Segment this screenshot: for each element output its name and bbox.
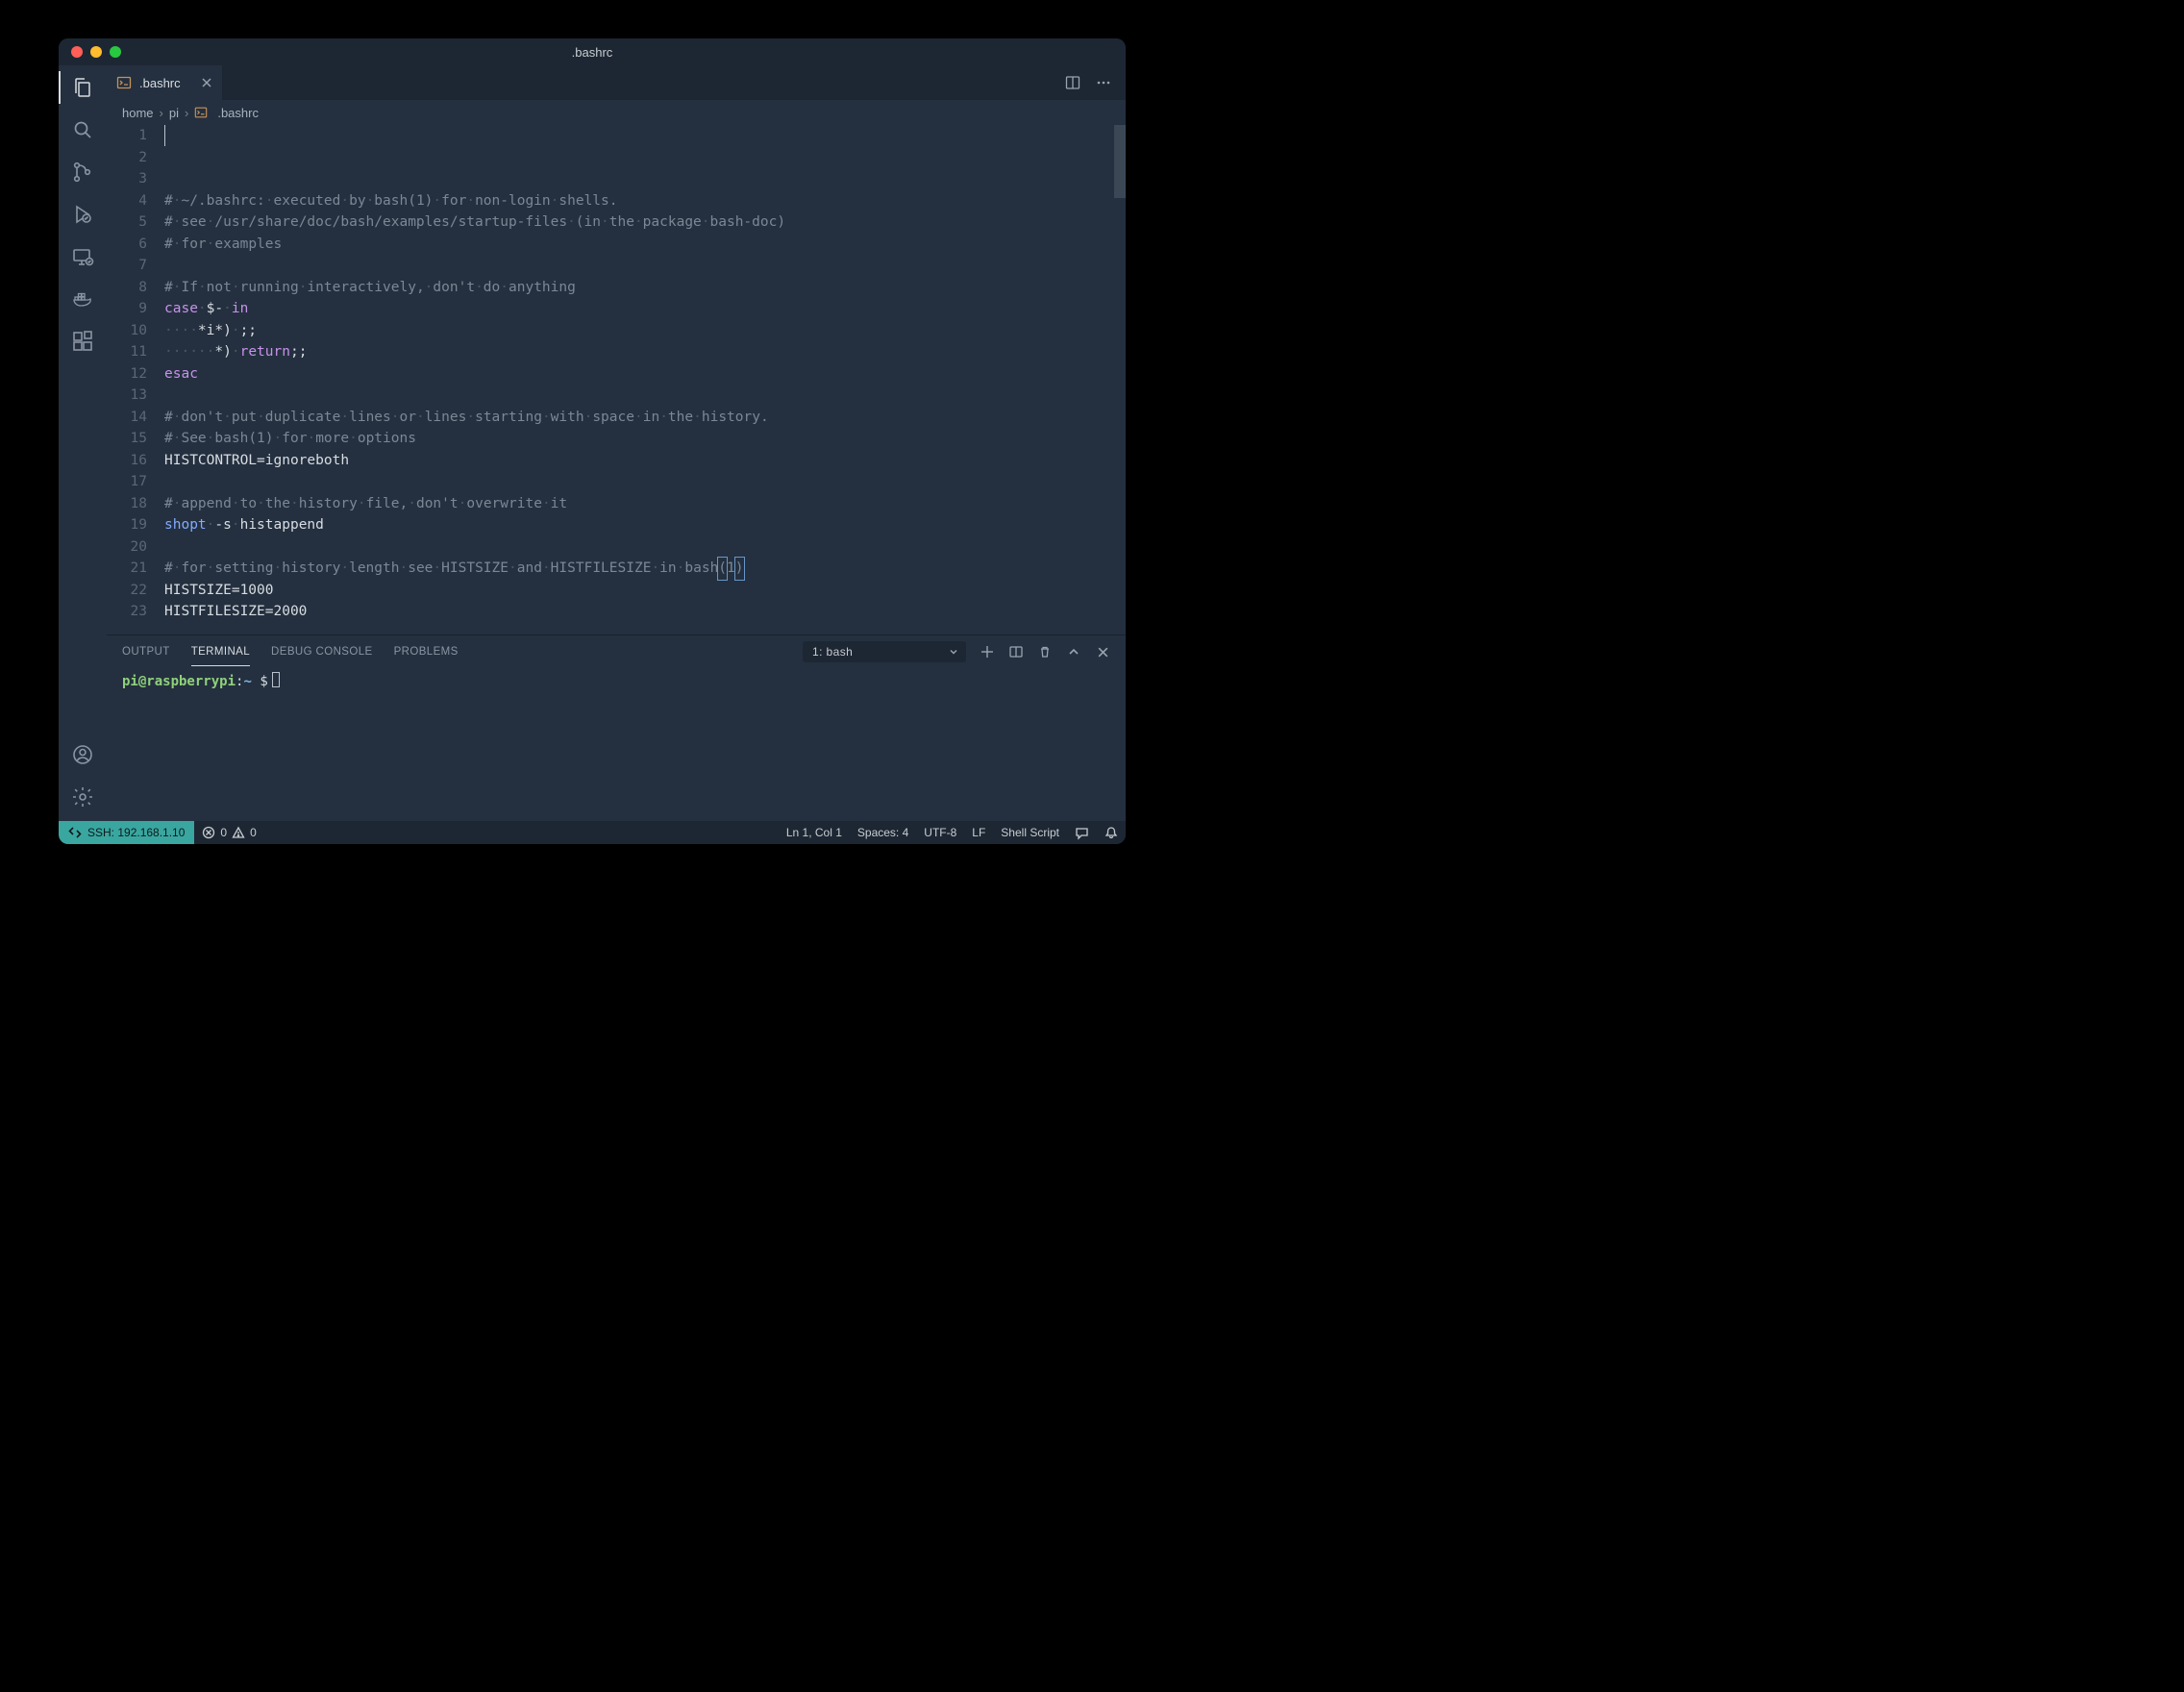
terminal-selector-label: 1: bash [812, 645, 853, 659]
code-content[interactable]: #·~/.bashrc:·executed·by·bash(1)·for·non… [164, 125, 1126, 634]
scrollbar-thumb[interactable] [1114, 125, 1126, 198]
code-line[interactable] [164, 471, 1126, 493]
code-line[interactable]: #·for·examples [164, 234, 1126, 256]
account-icon[interactable] [70, 742, 95, 767]
code-line[interactable]: HISTCONTROL=ignoreboth [164, 450, 1126, 472]
explorer-icon[interactable] [70, 75, 95, 100]
panel-tabs: OUTPUT TERMINAL DEBUG CONSOLE PROBLEMS 1… [107, 635, 1126, 668]
chevron-down-icon [949, 647, 958, 657]
status-language[interactable]: Shell Script [993, 821, 1067, 844]
code-line[interactable]: HISTFILESIZE=2000 [164, 601, 1126, 623]
breadcrumb-seg-home[interactable]: home [122, 106, 154, 120]
breadcrumb[interactable]: home › pi › .bashrc [107, 100, 1126, 125]
maximize-window-button[interactable] [110, 46, 121, 58]
code-line[interactable]: #·for·setting·history·length·see·HISTSIZ… [164, 558, 1126, 580]
panel-tab-terminal[interactable]: TERMINAL [191, 646, 250, 658]
editor-actions [1064, 65, 1126, 100]
tab-label: .bashrc [139, 76, 181, 90]
source-control-icon[interactable] [70, 160, 95, 185]
window-controls [59, 46, 121, 58]
search-icon[interactable] [70, 117, 95, 142]
status-remote-label: SSH: 192.168.1.10 [87, 826, 185, 839]
panel-tab-output[interactable]: OUTPUT [122, 646, 170, 658]
panel-tab-problems[interactable]: PROBLEMS [394, 646, 459, 658]
status-warnings-count: 0 [250, 826, 257, 839]
status-eol[interactable]: LF [964, 821, 993, 844]
kill-terminal-icon[interactable] [1037, 644, 1053, 659]
code-line[interactable]: #·see·/usr/share/doc/bash/examples/start… [164, 212, 1126, 234]
code-editor[interactable]: 1234567891011121314151617181920212223 #·… [107, 125, 1126, 634]
activity-bar [59, 65, 107, 821]
status-remote[interactable]: SSH: 192.168.1.10 [59, 821, 194, 844]
status-bell-icon[interactable] [1097, 821, 1126, 844]
new-terminal-icon[interactable] [980, 644, 995, 659]
split-terminal-icon[interactable] [1008, 644, 1024, 659]
terminal-cursor [272, 672, 280, 687]
code-line[interactable]: esac [164, 363, 1126, 386]
status-indentation[interactable]: Spaces: 4 [850, 821, 916, 844]
chevron-right-icon: › [185, 106, 188, 120]
code-line[interactable] [164, 623, 1126, 635]
breadcrumb-seg-file[interactable]: .bashrc [217, 106, 259, 120]
code-line[interactable]: #·If·not·running·interactively,·don't·do… [164, 277, 1126, 299]
editor-area: .bashrc home › pi › [107, 65, 1126, 821]
code-line[interactable]: #·append·to·the·history·file,·don't·over… [164, 493, 1126, 515]
text-cursor [164, 125, 165, 146]
status-bar: SSH: 192.168.1.10 0 0 Ln 1, Col 1 Spaces… [59, 821, 1126, 844]
code-line[interactable]: #·See·bash(1)·for·more·options [164, 428, 1126, 450]
status-problems[interactable]: 0 0 [194, 821, 263, 844]
code-line[interactable]: HISTSIZE=1000 [164, 580, 1126, 602]
tabs-bar: .bashrc [107, 65, 1126, 100]
settings-gear-icon[interactable] [70, 784, 95, 809]
remote-explorer-icon[interactable] [70, 244, 95, 269]
code-line[interactable]: shopt·-s·histappend [164, 514, 1126, 536]
line-numbers: 1234567891011121314151617181920212223 [107, 125, 164, 634]
titlebar[interactable]: .bashrc [59, 38, 1126, 65]
terminal-selector[interactable]: 1: bash [803, 641, 966, 662]
chevron-right-icon: › [160, 106, 163, 120]
docker-icon[interactable] [70, 286, 95, 311]
shell-file-icon [116, 75, 132, 90]
close-panel-icon[interactable] [1095, 644, 1110, 659]
terminal-prompt: pi@raspberrypi:~ $ [122, 674, 268, 689]
extensions-icon[interactable] [70, 329, 95, 354]
status-feedback-icon[interactable] [1067, 821, 1097, 844]
status-encoding[interactable]: UTF-8 [916, 821, 964, 844]
code-line[interactable]: ······*)·return;; [164, 341, 1126, 363]
shell-file-icon [194, 106, 208, 119]
breadcrumb-seg-pi[interactable]: pi [169, 106, 179, 120]
panel-tab-debug-console[interactable]: DEBUG CONSOLE [271, 646, 373, 658]
bottom-panel: OUTPUT TERMINAL DEBUG CONSOLE PROBLEMS 1… [107, 634, 1126, 821]
maximize-panel-icon[interactable] [1066, 644, 1081, 659]
code-line[interactable]: case·$-·in [164, 298, 1126, 320]
split-editor-icon[interactable] [1064, 74, 1081, 91]
code-line[interactable]: #·don't·put·duplicate·lines·or·lines·sta… [164, 407, 1126, 429]
status-cursor-position[interactable]: Ln 1, Col 1 [779, 821, 850, 844]
status-errors-count: 0 [220, 826, 227, 839]
code-line[interactable] [164, 385, 1126, 407]
terminal[interactable]: pi@raspberrypi:~ $ [107, 668, 1126, 821]
tab-bashrc[interactable]: .bashrc [107, 65, 222, 100]
code-line[interactable] [164, 255, 1126, 277]
more-actions-icon[interactable] [1095, 74, 1112, 91]
code-line[interactable]: #·~/.bashrc:·executed·by·bash(1)·for·non… [164, 190, 1126, 212]
run-debug-icon[interactable] [70, 202, 95, 227]
code-line[interactable] [164, 536, 1126, 559]
tab-close-icon[interactable] [201, 77, 212, 88]
window-title: .bashrc [59, 45, 1126, 60]
code-line[interactable]: ····*i*)·;; [164, 320, 1126, 342]
vscode-window: .bashrc [59, 38, 1126, 844]
close-window-button[interactable] [71, 46, 83, 58]
minimize-window-button[interactable] [90, 46, 102, 58]
